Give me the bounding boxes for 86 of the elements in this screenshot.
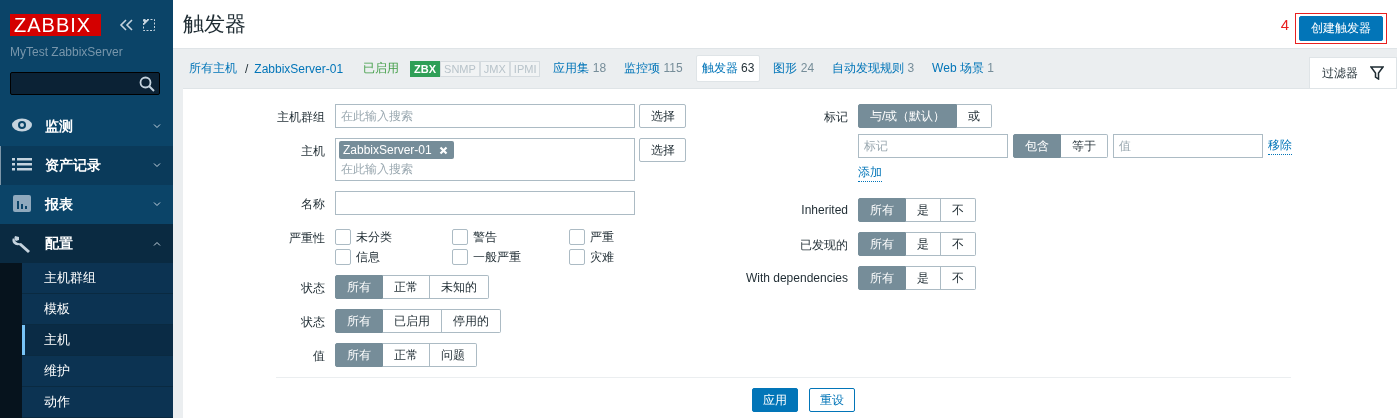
radio-option[interactable]: 已启用 (383, 309, 442, 333)
checkbox[interactable] (569, 249, 585, 265)
bar-chart-icon (11, 195, 33, 215)
field-label: 名称 (300, 196, 325, 213)
field-label: 值 (312, 348, 325, 365)
availability-tag: ZBX (410, 60, 441, 77)
radio-option[interactable]: 或 (957, 104, 993, 128)
submenu-item[interactable]: 主机群组 (22, 263, 173, 294)
radio-option[interactable]: 问题 (430, 343, 477, 367)
menu-item[interactable]: 监测 (0, 107, 173, 147)
submenu-item[interactable]: 动作 (22, 387, 173, 418)
field-label: 主机群组 (276, 109, 325, 126)
nav-tab[interactable]: 触发器 63 (695, 55, 761, 82)
search-field[interactable] (10, 72, 160, 96)
submenu-item[interactable]: 维护 (22, 356, 173, 387)
radio-option[interactable]: 是 (906, 232, 941, 256)
submenu-item[interactable]: 模板 (22, 294, 173, 325)
name-field[interactable] (335, 191, 635, 215)
submenu-item[interactable]: 主机 (22, 325, 173, 356)
radio-option[interactable]: 不 (941, 266, 976, 290)
reset-button[interactable]: 重设 (809, 388, 855, 412)
remove-link[interactable]: 移除 (1268, 137, 1292, 155)
checkbox[interactable] (335, 229, 351, 245)
radio-option[interactable]: 正常 (383, 275, 430, 299)
wrench-icon (11, 234, 33, 254)
radio-option[interactable]: 未知的 (430, 275, 489, 299)
checkbox-label: 警告 (473, 228, 497, 246)
checkbox[interactable] (452, 229, 468, 245)
annotation-number: 4 (1280, 15, 1289, 33)
select-button[interactable]: 选择 (639, 104, 686, 128)
breadcrumb-link[interactable]: ZabbixServer-01 (254, 61, 344, 76)
radio-option[interactable]: 停用的 (442, 309, 501, 333)
value-field[interactable]: 值 (1113, 134, 1263, 158)
breadcrumb-separator: / (245, 61, 249, 76)
radio-option[interactable]: 是 (906, 198, 941, 222)
checkbox-label: 信息 (356, 248, 380, 266)
breadcrumb-link[interactable]: 所有主机 (189, 60, 237, 77)
nav-tab[interactable]: Web 场景 1 (927, 56, 999, 81)
checkbox-label: 灾难 (590, 248, 614, 266)
add-link[interactable]: 添加 (858, 164, 882, 182)
field-label: 状态 (300, 280, 325, 297)
logo[interactable]: ZABBIX (10, 14, 101, 36)
close-icon (438, 145, 448, 155)
radio-option[interactable]: 不 (941, 232, 976, 256)
chevron-down-icon (153, 202, 161, 208)
field-label: 主机 (300, 143, 325, 160)
nav-tab[interactable]: 应用集 18 (548, 56, 612, 81)
server-name: MyTest ZabbixServer (9, 44, 124, 59)
field-label: With dependencies (744, 270, 848, 287)
apply-button[interactable]: 应用 (752, 388, 798, 412)
field-label: Inherited (800, 202, 848, 219)
create-trigger-button[interactable]: 创建触发器 (1299, 15, 1383, 41)
radio-option[interactable]: 不 (941, 198, 976, 222)
checkbox[interactable] (335, 249, 351, 265)
checkbox[interactable] (569, 229, 585, 245)
select-button[interactable]: 选择 (639, 138, 686, 162)
nav-tab[interactable]: 监控项 115 (619, 56, 688, 81)
field-label: 已发现的 (799, 237, 848, 254)
field-label: 标记 (823, 109, 848, 126)
filter-tab[interactable]: 过滤器 (1309, 57, 1397, 88)
chevron-down-icon (153, 124, 161, 130)
checkbox-label: 一般严重 (473, 248, 521, 266)
collapse-icon (119, 19, 133, 31)
menu-item[interactable]: 报表 (0, 185, 173, 225)
nav-tab[interactable]: 图形 24 (768, 56, 820, 81)
field-label: 状态 (300, 314, 325, 331)
field-label: 严重性 (288, 230, 325, 247)
checkbox-label: 严重 (590, 228, 614, 246)
radio-option[interactable]: 等于 (1061, 134, 1108, 158)
chevron-down-icon (153, 163, 161, 169)
menu-item[interactable]: 配置 (0, 224, 173, 263)
availability-tag: SNMP (440, 60, 480, 77)
tag-field[interactable]: 标记 (858, 134, 1008, 158)
checkbox-label: 未分类 (356, 228, 392, 246)
radio-option[interactable]: 正常 (383, 343, 430, 367)
checkbox[interactable] (452, 249, 468, 265)
funnel-icon (1370, 66, 1384, 80)
chevron-up-icon (153, 241, 161, 247)
nav-tab[interactable]: 自动发现规则 3 (827, 56, 920, 81)
menu-item[interactable]: 资产记录 (0, 146, 173, 186)
radio-option[interactable]: 是 (906, 266, 941, 290)
expand-icon (143, 19, 155, 31)
host-status: 已启用 (363, 60, 400, 77)
page-title: 触发器 (183, 11, 246, 37)
availability-tag: IPMI (509, 60, 541, 77)
search-icon (139, 75, 155, 92)
